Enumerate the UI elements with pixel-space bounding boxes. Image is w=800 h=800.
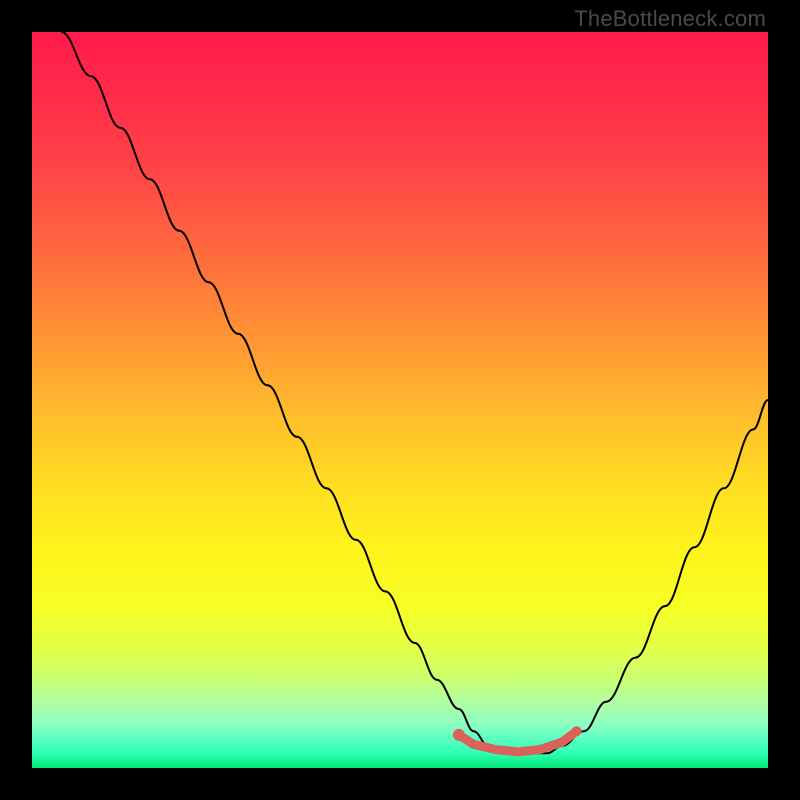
- optimal-range-endpoint: [572, 726, 582, 736]
- chart-svg: [32, 32, 768, 768]
- chart-frame: TheBottleneck.com: [0, 0, 800, 800]
- plot-area: [32, 32, 768, 768]
- optimal-range-line: [459, 731, 577, 752]
- watermark-text: TheBottleneck.com: [574, 6, 766, 32]
- optimal-range-endpoint: [453, 729, 465, 741]
- bottleneck-curve: [61, 32, 768, 753]
